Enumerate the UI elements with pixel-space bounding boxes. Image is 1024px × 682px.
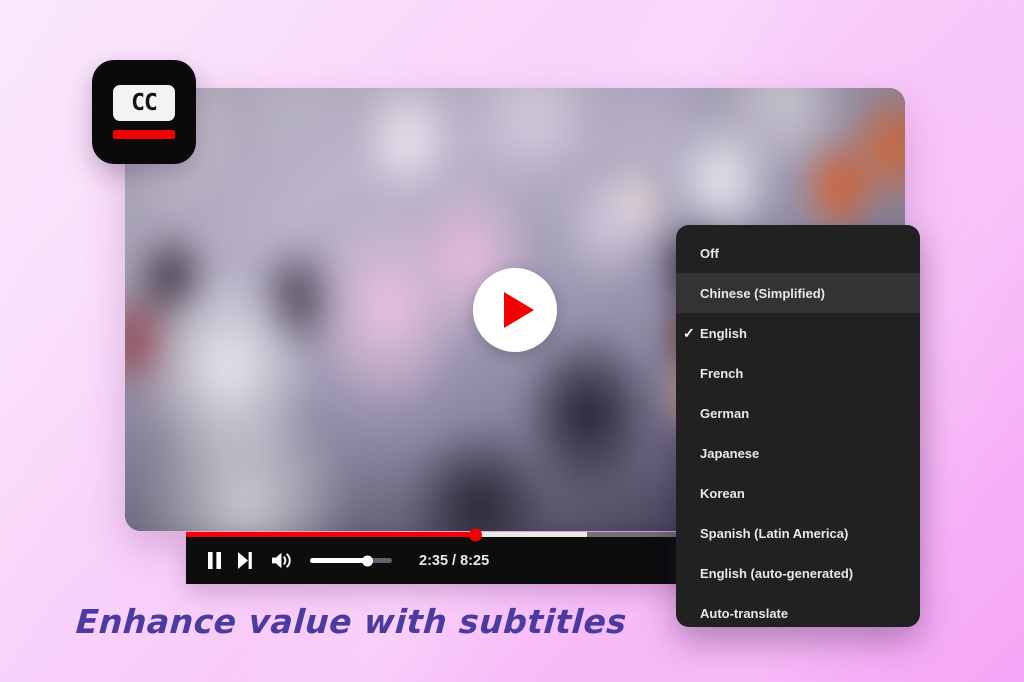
menu-item-english[interactable]: ✓ English: [676, 313, 920, 353]
menu-item-label: French: [700, 365, 744, 381]
menu-item-label: Korean: [700, 485, 745, 501]
pause-icon: [208, 552, 221, 569]
menu-item-label: Chinese (Simplified): [700, 285, 825, 301]
play-icon: [503, 291, 534, 328]
cc-underline-bar: [113, 130, 175, 139]
next-track-icon: [238, 552, 252, 569]
cc-icon: CC: [113, 85, 175, 121]
menu-item-japanese[interactable]: ✓ Japanese: [676, 433, 920, 473]
menu-item-german[interactable]: ✓ German: [676, 393, 920, 433]
menu-item-korean[interactable]: ✓ Korean: [676, 473, 920, 513]
volume-fill: [310, 558, 368, 563]
poster-canvas: CC 2:35 / 8:25 Off Chinese (Simplified) …: [0, 0, 1024, 682]
menu-item-label: Japanese: [700, 445, 760, 461]
cc-badge: CC: [92, 60, 196, 164]
time-display: 2:35 / 8:25: [419, 552, 490, 569]
check-icon: ✓: [683, 325, 695, 341]
menu-item-french[interactable]: ✓ French: [676, 353, 920, 393]
menu-item-label: German: [700, 405, 750, 421]
menu-item-english-auto-generated[interactable]: ✓ English (auto-generated): [676, 553, 920, 593]
menu-item-label: English: [700, 325, 747, 341]
menu-item-off[interactable]: ✓ Off: [676, 233, 920, 273]
menu-item-chinese-simplified[interactable]: ✓ Chinese (Simplified): [676, 273, 920, 313]
menu-item-label: Spanish (Latin America): [700, 525, 849, 541]
volume-slider[interactable]: [310, 555, 392, 566]
menu-item-label: English (auto-generated): [700, 565, 854, 581]
cc-badge-label: CC: [131, 89, 158, 116]
menu-item-spanish-latin-america[interactable]: ✓ Spanish (Latin America): [676, 513, 920, 553]
volume-icon: [272, 552, 291, 569]
poster-caption: Enhance value with subtitles: [74, 602, 629, 641]
play-button[interactable]: [473, 267, 557, 352]
next-video-button[interactable]: [236, 551, 253, 570]
menu-item-label: Off: [700, 245, 719, 261]
captions-language-menu[interactable]: ✓ Off ✓ Chinese (Simplified) ✓ English ✓…: [676, 225, 920, 627]
volume-handle[interactable]: [362, 555, 374, 566]
menu-item-label: Auto-translate: [700, 605, 789, 621]
volume-button[interactable]: [271, 551, 293, 570]
menu-item-auto-translate[interactable]: ✓ Auto-translate: [676, 593, 920, 627]
pause-button[interactable]: [206, 551, 223, 570]
